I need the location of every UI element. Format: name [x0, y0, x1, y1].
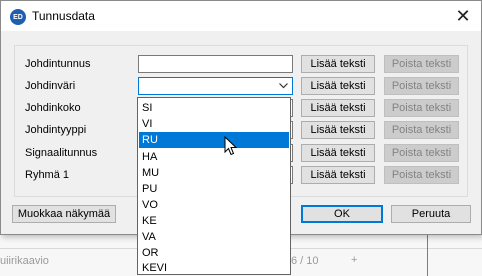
label-johdintunnus: Johdintunnus [25, 58, 91, 70]
dropdown-option[interactable]: KE [139, 213, 289, 229]
remove-text-button-johdintunnus[interactable]: Poista teksti [384, 55, 459, 73]
label-johdintyyppi: Johdintyyppi [25, 124, 87, 136]
app-icon: ED [10, 9, 26, 25]
add-text-button-ryhma-1[interactable]: Lisää teksti [301, 166, 375, 184]
chevron-down-icon[interactable] [275, 78, 292, 94]
dropdown-option[interactable]: KEVI [139, 260, 289, 276]
johdintunnus-input[interactable] [138, 55, 293, 73]
background-add-icon[interactable]: + [351, 254, 357, 266]
close-icon: ✕ [455, 5, 471, 26]
add-text-button-johdintunnus[interactable]: Lisää teksti [301, 55, 375, 73]
remove-text-button-johdintyyppi[interactable]: Poista teksti [384, 121, 459, 139]
dropdown-option[interactable]: PU [139, 181, 289, 197]
color-dropdown-list[interactable]: SI VI RU HA MU PU VO KE VA OR KEVI [137, 97, 291, 275]
edit-view-button[interactable]: Muokkaa näkymää [12, 205, 116, 223]
dropdown-option[interactable]: VA [139, 229, 289, 245]
label-johdinvari: Johdinväri [25, 80, 76, 92]
ok-button[interactable]: OK [301, 205, 383, 223]
add-text-button-johdinvari[interactable]: Lisää teksti [301, 77, 375, 95]
dropdown-option[interactable]: VI [139, 116, 289, 132]
label-johdinkoko: Johdinkoko [25, 102, 81, 114]
add-text-button-johdinkoko[interactable]: Lisää teksti [301, 99, 375, 117]
dropdown-option-selected[interactable]: RU [139, 132, 289, 148]
titlebar: ED Tunnusdata ✕ [1, 1, 481, 31]
mouse-cursor-icon [224, 135, 238, 159]
dropdown-option[interactable]: SI [139, 100, 289, 116]
background-page-indicator: 6 / 10 [291, 255, 319, 267]
dialog-title: Tunnusdata [32, 9, 95, 23]
dropdown-option[interactable]: VO [139, 197, 289, 213]
label-ryhma-1: Ryhmä 1 [25, 169, 70, 181]
remove-text-button-johdinkoko[interactable]: Poista teksti [384, 99, 459, 117]
remove-text-button-johdinvari[interactable]: Poista teksti [384, 77, 459, 95]
cancel-button[interactable]: Peruuta [391, 205, 471, 223]
background-tab-label[interactable]: uiirikaavio [0, 255, 49, 267]
dropdown-option[interactable]: MU [139, 165, 289, 181]
remove-text-button-signaalitunnus[interactable]: Poista teksti [384, 144, 459, 162]
dropdown-option[interactable]: OR [139, 245, 289, 261]
close-button[interactable]: ✕ [445, 1, 481, 31]
johdinvari-dropdown[interactable] [138, 77, 293, 95]
remove-text-button-ryhma-1[interactable]: Poista teksti [384, 166, 459, 184]
add-text-button-johdintyyppi[interactable]: Lisää teksti [301, 121, 375, 139]
label-signaalitunnus: Signaalitunnus [25, 147, 98, 159]
add-text-button-signaalitunnus[interactable]: Lisää teksti [301, 144, 375, 162]
dropdown-option[interactable]: HA [139, 149, 289, 165]
